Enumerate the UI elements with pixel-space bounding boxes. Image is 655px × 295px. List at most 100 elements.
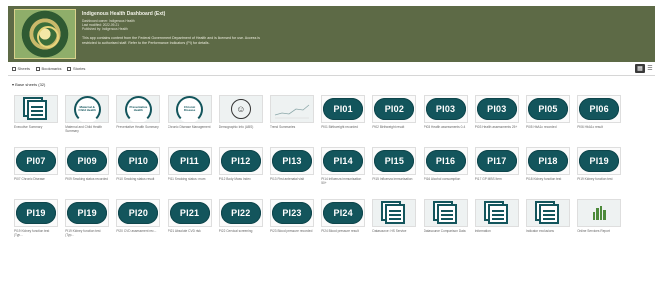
- sheet-thumbnail: PI21: [167, 199, 212, 227]
- sheet-thumbnail: PI23: [270, 199, 314, 227]
- list-icon: ☰: [647, 66, 653, 72]
- sheet-tile[interactable]: PI15 PI15 Influenza immunisation: [372, 147, 417, 192]
- sheet-tile[interactable]: PI02 PI02 Birthweight result: [372, 95, 417, 140]
- performance-indicator-badge: PI22: [220, 202, 261, 224]
- sheet-tile[interactable]: PI07 PI07 Chronic Disease: [14, 147, 58, 192]
- badge-label: PI02: [384, 104, 405, 114]
- performance-indicator-badge: PI13: [272, 150, 312, 172]
- sheet-thumbnail: PI05: [526, 95, 570, 123]
- performance-indicator-badge: PI06: [579, 98, 620, 120]
- app-thumbnail-image: [14, 9, 76, 59]
- performance-indicator-badge: PI10: [118, 150, 159, 172]
- badge-label: PI10: [128, 156, 149, 166]
- sheet-tile[interactable]: Online Services Report: [577, 199, 622, 244]
- line-chart-icon: [274, 104, 310, 119]
- sheet-tile[interactable]: PI03 PI03 Health assessments 25+: [474, 95, 519, 140]
- sheet-tile[interactable]: Datasource Comparison Data: [423, 199, 468, 244]
- sheet-title: PI17 GP MBS Item: [474, 177, 502, 181]
- document-icon: [535, 201, 561, 225]
- sheet-tile[interactable]: PI20 PI20 CVD assessment rec...: [116, 199, 161, 244]
- sheet-thumbnail: [423, 199, 468, 227]
- sheet-tile[interactable]: PI19 PI19 Kidney function test (Typ...: [14, 199, 58, 244]
- sheet-tile[interactable]: PI01 PI01 Birthweight recorded: [321, 95, 366, 140]
- sheet-title: PI03 Health assessments 0-4: [423, 125, 466, 129]
- performance-indicator-badge: PI03: [476, 98, 517, 120]
- sheet-tile[interactable]: PI13 PI13 First antenatal visit: [270, 147, 314, 192]
- sheet-thumbnail: ☺: [218, 95, 263, 123]
- sheet-tile[interactable]: PI17 PI17 GP MBS Item: [474, 147, 519, 192]
- bookmarks-tab-label: Bookmarks: [41, 66, 62, 71]
- sheet-title: PI19 Kidney function test: [577, 177, 613, 181]
- sheet-tile[interactable]: PI19 PI19 Kidney function test (Typ...: [65, 199, 110, 244]
- sheet-thumbnail: PI14: [321, 147, 366, 175]
- app-frame: Indigenous Health Dashboard (Ext) Dashbo…: [0, 0, 655, 295]
- sheet-title: PI22 Cervical screening: [218, 229, 253, 233]
- sheet-thumbnail: PI03: [423, 95, 468, 123]
- sheets-tab-label: Sheets: [17, 66, 30, 71]
- sheet-tile[interactable]: PI03 PI03 Health assessments 0-4: [423, 95, 468, 140]
- sheet-title: PI03 Health assessments 25+: [474, 125, 518, 129]
- sheet-tile[interactable]: Indicator exclusions: [526, 199, 570, 244]
- sheet-tile[interactable]: Trend Summaries: [270, 95, 314, 140]
- sheet-title: PI11 Smoking status: mum: [167, 177, 206, 181]
- sheet-thumbnail: PI01: [321, 95, 366, 123]
- sheet-title: PI02 Birthweight result: [372, 125, 405, 129]
- sheet-title: PI18 Kidney function test: [526, 177, 562, 181]
- sheet-thumbnail: Maternal & Child Health: [65, 95, 110, 123]
- sheet-title: Chronic Disease Management: [167, 125, 211, 129]
- performance-indicator-badge: PI19: [16, 202, 56, 224]
- sheet-title: Trend Summaries: [270, 125, 296, 129]
- sheet-title: PI06 HbA1c result: [577, 125, 603, 129]
- category-label: Maternal & Child Health: [78, 104, 96, 112]
- badge-label: PI09: [77, 156, 97, 166]
- sheet-tile[interactable]: PI10 PI10 Smoking status result: [116, 147, 161, 192]
- sheet-tile[interactable]: Executive Summary: [14, 95, 58, 140]
- sheet-tile[interactable]: PI09 PI09 Smoking status recorded: [65, 147, 110, 192]
- performance-indicator-badge: PI18: [528, 150, 568, 172]
- document-icon: [381, 201, 407, 225]
- sheet-tile[interactable]: PI22 PI22 Cervical screening: [218, 199, 263, 244]
- sheet-tile[interactable]: Datasource: HS Service: [372, 199, 417, 244]
- sheet-tile[interactable]: PI23 PI23 Blood pressure recorded: [270, 199, 314, 244]
- sheet-tile[interactable]: PI14 PI14 Influenza immunisation 50+: [321, 147, 366, 192]
- sheet-tile[interactable]: Chronic Disease Chronic Disease Managemen…: [167, 95, 212, 140]
- sheet-tile[interactable]: PI18 PI18 Kidney function test: [526, 147, 570, 192]
- sheet-tile[interactable]: Information: [474, 199, 519, 244]
- badge-label: PI17: [487, 156, 507, 166]
- sheet-tile[interactable]: PI05 PI05 HbA1c recorded: [526, 95, 570, 140]
- sheet-thumbnail: PI24: [321, 199, 366, 227]
- sheet-title: PI12 Body Mass Index: [218, 177, 251, 181]
- sheets-tab[interactable]: Sheets: [12, 66, 30, 71]
- bookmarks-tab[interactable]: Bookmarks: [35, 66, 62, 71]
- document-icon: [23, 97, 49, 121]
- sheet-tile[interactable]: PI19 PI19 Kidney function test: [577, 147, 622, 192]
- sheet-tile[interactable]: ☺ Demographic Info (ABS): [218, 95, 263, 140]
- sheet-tile[interactable]: PI12 PI12 Body Mass Index: [218, 147, 263, 192]
- sheet-tile[interactable]: PI24 PI24 Blood pressure result: [321, 199, 366, 244]
- grid-view-button[interactable]: ▦: [635, 64, 645, 73]
- stories-icon: [67, 66, 72, 71]
- badge-label: PI03: [435, 104, 456, 114]
- sheet-thumbnail: PI22: [218, 199, 263, 227]
- section-header[interactable]: ▾ Base sheets (32): [12, 82, 45, 87]
- sheet-title: PI15 Influenza immunisation: [372, 177, 413, 181]
- stories-tab[interactable]: Stories: [67, 66, 85, 71]
- performance-indicator-badge: PI16: [425, 150, 466, 172]
- sheet-tile[interactable]: Maternal & Child Health Maternal and Chil…: [65, 95, 110, 140]
- badge-label: PI19: [589, 156, 609, 166]
- app-header-banner: Indigenous Health Dashboard (Ext) Dashbo…: [8, 6, 655, 62]
- sheet-tile[interactable]: PI06 PI06 HbA1c result: [577, 95, 622, 140]
- list-view-button[interactable]: ☰: [645, 64, 655, 73]
- sheet-tile[interactable]: PI11 PI11 Smoking status: mum: [167, 147, 212, 192]
- sheet-thumbnail: PI16: [423, 147, 468, 175]
- sheet-title: Executive Summary: [14, 125, 43, 129]
- document-icon: [432, 201, 459, 225]
- app-details: Indigenous Health Dashboard (Ext) Dashbo…: [82, 6, 262, 62]
- badge-label: PI01: [333, 104, 353, 114]
- sheet-tile[interactable]: PI21 PI21 Absolute CVD risk: [167, 199, 212, 244]
- sheet-tile[interactable]: PI16 PI16 Alcohol consumption: [423, 147, 468, 192]
- badge-label: PI06: [589, 104, 609, 114]
- sheet-tile[interactable]: Preventative Health Preventative Health S…: [116, 95, 161, 140]
- sheet-thumbnail: PI17: [474, 147, 519, 175]
- bar-chart-icon: [592, 206, 606, 220]
